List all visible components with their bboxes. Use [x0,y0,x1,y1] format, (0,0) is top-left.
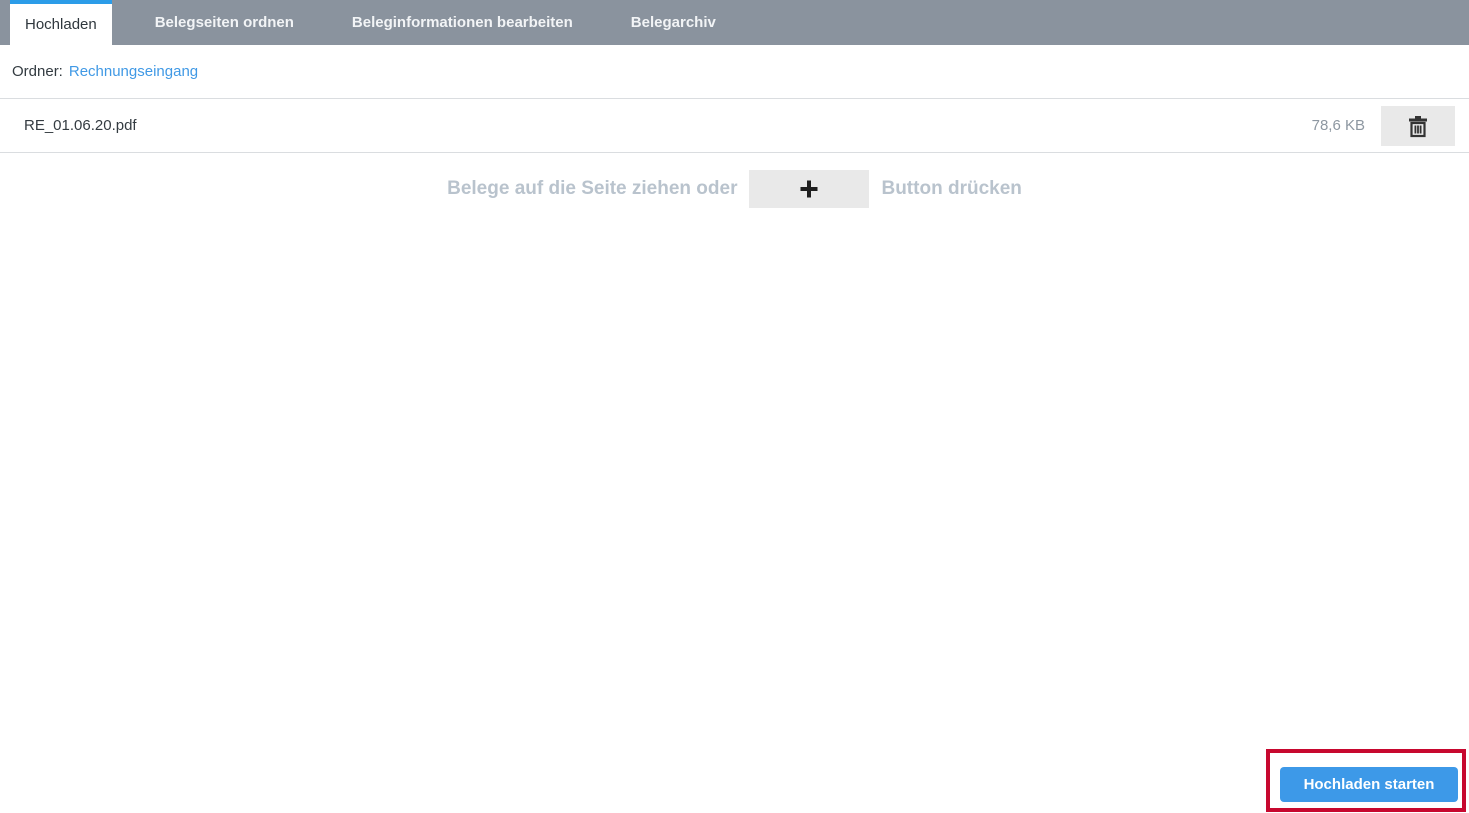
dropzone-text-after: Button drücken [881,178,1022,199]
dropzone-hint: Belege auf die Seite ziehen oder Button … [0,170,1469,208]
tab-belegarchiv[interactable]: Belegarchiv [602,0,745,45]
folder-label: Ordner: [12,63,63,80]
tab-label: Beleginformationen bearbeiten [351,14,573,31]
trash-icon [1405,113,1431,139]
file-list: RE_01.06.20.pdf 78,6 KB [0,99,1469,153]
add-files-button[interactable] [749,170,870,208]
delete-file-button[interactable] [1381,105,1455,146]
tab-beleginformationen-bearbeiten[interactable]: Beleginformationen bearbeiten [323,0,602,45]
file-row: RE_01.06.20.pdf 78,6 KB [0,99,1469,153]
tab-label: Belegseiten ordnen [154,14,294,31]
tab-bar: Hochladen Belegseiten ordnen Beleginform… [0,0,1469,45]
folder-link-rechnungseingang[interactable]: Rechnungseingang [69,63,198,80]
folder-bar: Ordner: Rechnungseingang [0,45,1469,99]
file-size: 78,6 KB [1311,117,1365,134]
tab-belegseiten-ordnen[interactable]: Belegseiten ordnen [126,0,323,45]
tab-label: Belegarchiv [630,14,716,31]
start-upload-button[interactable]: Hochladen starten [1280,767,1458,802]
tab-label: Hochladen [25,16,97,33]
plus-icon [798,178,820,200]
file-name: RE_01.06.20.pdf [24,117,137,134]
dropzone-text-before: Belege auf die Seite ziehen oder [447,178,738,199]
tab-hochladen[interactable]: Hochladen [10,0,112,45]
